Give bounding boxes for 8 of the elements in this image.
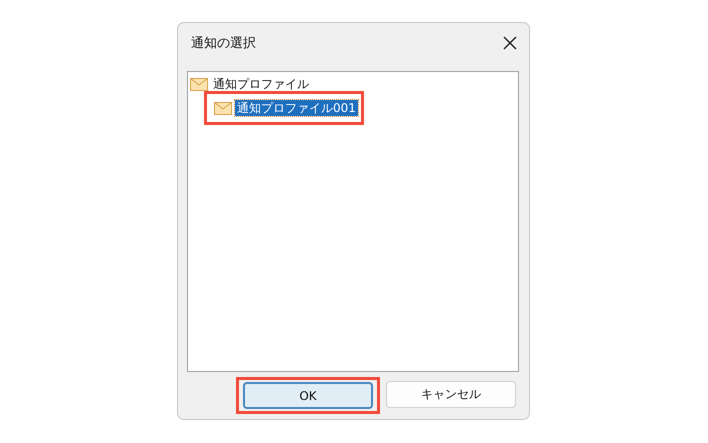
window-title: 通知の選択 — [191, 35, 256, 52]
cancel-button[interactable]: キャンセル — [386, 381, 516, 408]
envelope-icon — [214, 102, 232, 114]
tree-item[interactable]: 通知プロファイル — [211, 76, 311, 92]
close-icon[interactable] — [503, 36, 517, 50]
tree-item[interactable]: 通知プロファイル001 — [235, 100, 358, 116]
envelope-icon — [190, 78, 208, 90]
ok-button[interactable]: OK — [243, 382, 373, 409]
